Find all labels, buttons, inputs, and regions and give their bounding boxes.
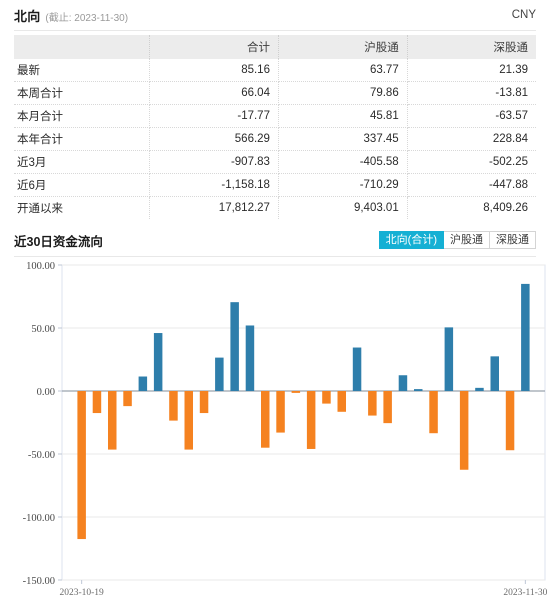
page-title: 北向 (14, 8, 41, 24)
bar[interactable] (199, 391, 209, 414)
cell-total: -907.83 (149, 150, 279, 174)
cell-total: 566.29 (149, 127, 279, 151)
table-row: 最新 85.16 63.77 21.39 (14, 59, 536, 82)
cell-shenzhen: 21.39 (407, 59, 536, 82)
cell-shanghai: -710.29 (278, 173, 408, 197)
bar[interactable] (230, 302, 239, 391)
table-row: 开通以来 17,812.27 9,403.01 8,409.26 (14, 196, 536, 219)
northbound-capital-flow-panel: 北向 (截止: 2023-11-30) CNY 合计 沪股通 深股通 最新 85… (0, 0, 550, 612)
bar[interactable] (475, 387, 484, 391)
plot-border (61, 264, 546, 581)
cell-total: 17,812.27 (149, 196, 279, 219)
tab-shenzhen-connect[interactable]: 深股通 (490, 231, 536, 249)
bar[interactable] (245, 325, 255, 391)
bar[interactable] (521, 283, 530, 391)
bar[interactable] (505, 391, 515, 451)
cell-shenzhen: 228.84 (407, 127, 536, 151)
bar[interactable] (291, 391, 301, 393)
bar[interactable] (276, 391, 285, 433)
row-label: 开通以来 (14, 196, 151, 219)
bar[interactable] (459, 391, 469, 470)
tab-northbound-total[interactable]: 北向(合计) (378, 231, 444, 249)
chart-section-title: 近30日资金流向 (14, 234, 103, 249)
bar[interactable] (383, 391, 392, 424)
bar-chart-svg: 100.00 50.00 0.00 -50.00 -100.00 -150.00 2023-… (23, 261, 548, 598)
bar[interactable] (169, 391, 178, 421)
bar[interactable] (306, 391, 316, 449)
bar[interactable] (352, 347, 362, 391)
cell-shenzhen: 8,409.26 (483, 202, 528, 214)
row-label: 本月合计 (14, 104, 151, 128)
table-row: 近3月 -907.83 -405.58 -502.25 (14, 150, 536, 174)
cell-total: 66.04 (149, 81, 279, 105)
bar[interactable] (490, 356, 500, 391)
col-header-shenzhen: 深股通 (407, 35, 536, 59)
cell-shenzhen: -13.81 (407, 81, 536, 105)
bar[interactable] (429, 391, 438, 434)
row-label: 本周合计 (14, 81, 151, 105)
currency-label: CNY (511, 9, 536, 21)
bar[interactable] (444, 327, 454, 391)
y-tick-label: -100.00 (23, 513, 55, 524)
y-tick-label: 100.00 (26, 261, 55, 272)
row-label: 本年合计 (14, 127, 151, 151)
y-tick-label: -150.00 (23, 576, 55, 587)
panel-header: 北向 (截止: 2023-11-30) CNY (0, 0, 550, 30)
bar[interactable] (77, 391, 86, 540)
as-of-date-label: (截止: 2023-11-30) (45, 12, 129, 24)
cell-shanghai: 79.86 (278, 81, 408, 105)
summary-table-wrap: 合计 沪股通 深股通 最新 85.16 63.77 21.39 本周合计 66.… (0, 31, 550, 219)
cell-shanghai: -405.58 (278, 150, 408, 174)
bar[interactable] (123, 391, 132, 407)
row-label: 最新 (14, 59, 151, 82)
bar[interactable] (92, 391, 102, 414)
cell-shenzhen: -447.88 (407, 173, 536, 197)
table-row: 本月合计 -17.77 45.81 -63.57 (14, 104, 536, 128)
summary-table-head: 合计 沪股通 深股通 (14, 35, 536, 59)
chart-section-header: 近30日资金流向 北向(合计) 沪股通 深股通 (0, 228, 550, 252)
bar[interactable] (184, 391, 194, 450)
y-tick-label: 50.00 (31, 324, 55, 335)
bar[interactable] (215, 357, 224, 391)
cell-total: -1,158.18 (149, 173, 279, 197)
col-header-blank (14, 35, 151, 59)
table-row: 近6月 -1,158.18 -710.29 -447.88 (14, 173, 536, 197)
summary-table-body: 最新 85.16 63.77 21.39 本周合计 66.04 79.86 -1… (14, 59, 536, 219)
table-row: 本年合计 566.29 337.45 228.84 (14, 127, 536, 151)
table-row: 本周合计 66.04 79.86 -13.81 (14, 81, 536, 105)
cell-shanghai: 9,403.01 (278, 196, 408, 219)
cell-shanghai: 45.81 (278, 104, 408, 128)
bar[interactable] (368, 391, 377, 416)
bar[interactable] (398, 375, 408, 391)
row-label: 近6月 (14, 173, 151, 197)
tab-shanghai-connect[interactable]: 沪股通 (444, 231, 490, 249)
x-tick-label: 2023-11-30 (503, 588, 547, 598)
row-label: 近3月 (14, 150, 151, 174)
capital-flow-bar-chart: 100.00 50.00 0.00 -50.00 -100.00 -150.00 2023-… (0, 257, 550, 605)
bar[interactable] (414, 389, 423, 391)
cell-shanghai: 63.77 (278, 59, 408, 82)
bar[interactable] (337, 391, 347, 412)
series-tab-group[interactable]: 北向(合计) 沪股通 深股通 (378, 231, 536, 249)
panel-header-left: 北向 (截止: 2023-11-30) (14, 6, 512, 25)
y-tick-label: -50.00 (28, 450, 55, 461)
x-tick-label: 2023-10-19 (59, 588, 104, 598)
y-tick-label: 0.00 (37, 387, 55, 398)
col-header-shanghai: 沪股通 (278, 35, 408, 59)
cell-shenzhen: -502.25 (407, 150, 536, 174)
cell-total: 85.16 (149, 59, 279, 82)
bar[interactable] (108, 391, 117, 450)
summary-table: 合计 沪股通 深股通 最新 85.16 63.77 21.39 本周合计 66.… (14, 35, 536, 219)
col-header-total: 合计 (149, 35, 279, 59)
bar[interactable] (261, 391, 270, 448)
bar[interactable] (153, 333, 163, 391)
cell-shanghai: 337.45 (278, 127, 408, 151)
bar[interactable] (138, 376, 148, 391)
bar[interactable] (322, 391, 331, 404)
cell-total: -17.77 (149, 104, 279, 128)
cell-shenzhen: -63.57 (407, 104, 536, 128)
table-header-row: 合计 沪股通 深股通 (14, 35, 536, 59)
